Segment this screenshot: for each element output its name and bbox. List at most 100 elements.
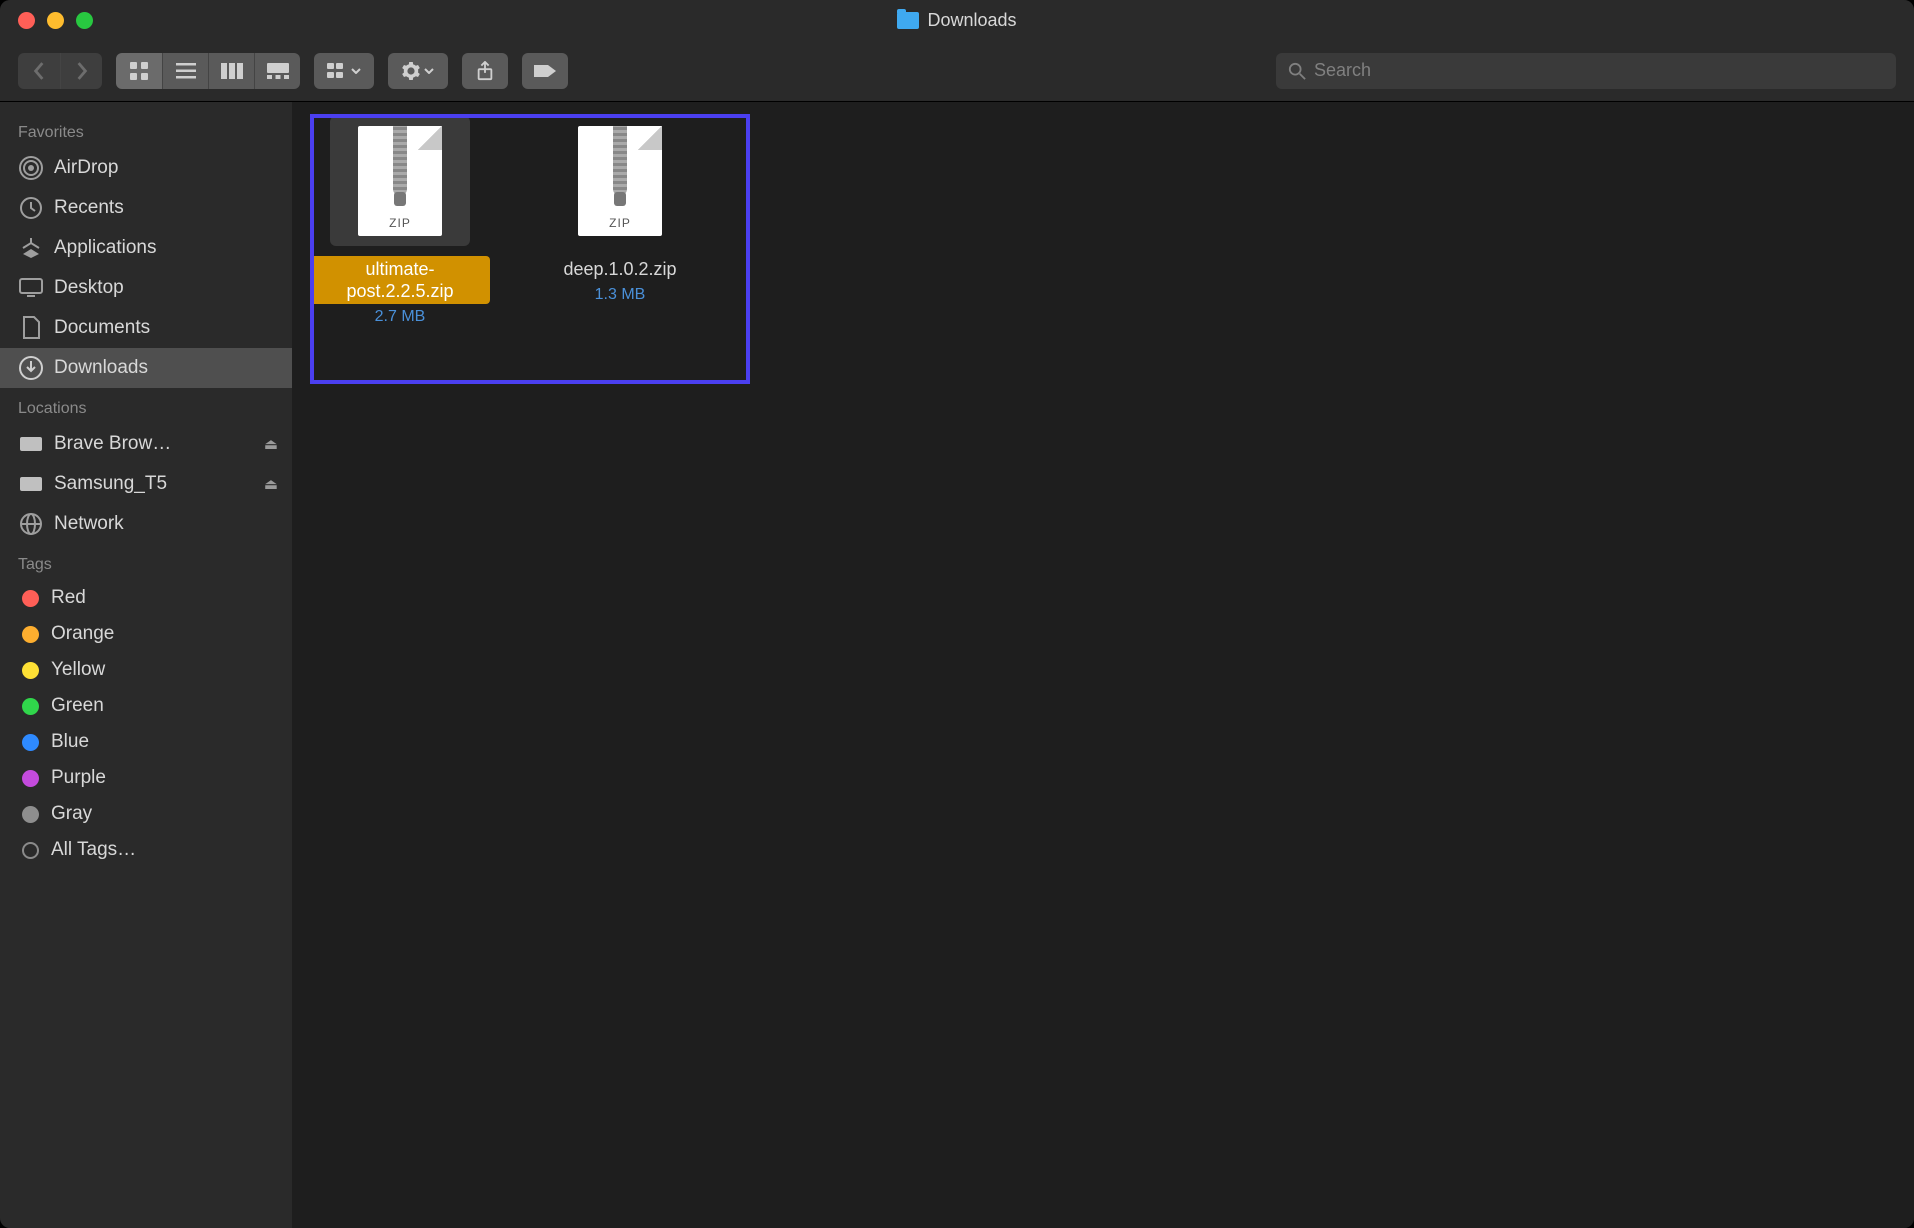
arrange-button[interactable] — [314, 53, 374, 89]
tag-dot-icon — [22, 698, 39, 715]
applications-icon — [18, 235, 44, 261]
sidebar-item-desktop[interactable]: Desktop — [0, 268, 292, 308]
forward-button[interactable] — [60, 53, 102, 89]
sidebar-item-applications[interactable]: Applications — [0, 228, 292, 268]
sidebar-item-label: Recents — [54, 197, 124, 219]
gallery-view-button[interactable] — [254, 53, 300, 89]
sidebar-item-disk-brave[interactable]: Brave Brow… ⏏ — [0, 424, 292, 464]
sidebar-item-label: Desktop — [54, 277, 124, 299]
downloads-icon — [18, 355, 44, 381]
columns-icon — [221, 63, 243, 79]
sidebar-item-label: Red — [51, 587, 86, 609]
tag-dot-icon — [22, 590, 39, 607]
tag-dot-icon — [22, 662, 39, 679]
sidebar-tag-red[interactable]: Red — [0, 580, 292, 616]
sidebar-item-documents[interactable]: Documents — [0, 308, 292, 348]
sidebar-item-label: Orange — [51, 623, 114, 645]
sidebar-item-downloads[interactable]: Downloads — [0, 348, 292, 388]
sidebar-item-label: All Tags… — [51, 839, 136, 861]
search-field[interactable] — [1276, 53, 1896, 89]
share-group — [462, 53, 508, 89]
airdrop-icon — [18, 155, 44, 181]
gallery-icon — [267, 63, 289, 79]
back-button[interactable] — [18, 53, 60, 89]
sidebar-item-label: Green — [51, 695, 104, 717]
fullscreen-window-button[interactable] — [76, 12, 93, 29]
share-button[interactable] — [462, 53, 508, 89]
traffic-lights — [0, 12, 93, 29]
file-grid: ZIP ultimate-post.2.2.5.zip 2.7 MB ZIP d… — [310, 116, 1896, 326]
arrange-group — [314, 53, 374, 89]
content-area[interactable]: ZIP ultimate-post.2.2.5.zip 2.7 MB ZIP d… — [292, 102, 1914, 1228]
sidebar-item-label: AirDrop — [54, 157, 118, 179]
sidebar-item-disk-samsung[interactable]: Samsung_T5 ⏏ — [0, 464, 292, 504]
sidebar-item-label: Purple — [51, 767, 106, 789]
chevron-right-icon — [75, 62, 89, 80]
eject-icon[interactable]: ⏏ — [264, 475, 278, 493]
sidebar-item-label: Gray — [51, 803, 92, 825]
group-icon — [327, 63, 347, 79]
share-icon — [476, 61, 494, 81]
file-name: deep.1.0.2.zip — [557, 256, 682, 282]
zip-badge: ZIP — [389, 216, 411, 230]
sidebar-tag-yellow[interactable]: Yellow — [0, 652, 292, 688]
clock-icon — [18, 195, 44, 221]
sidebar-item-label: Blue — [51, 731, 89, 753]
list-view-button[interactable] — [162, 53, 208, 89]
sidebar-item-label: Downloads — [54, 357, 148, 379]
minimize-window-button[interactable] — [47, 12, 64, 29]
sidebar-item-airdrop[interactable]: AirDrop — [0, 148, 292, 188]
icon-view-button[interactable] — [116, 53, 162, 89]
sidebar-tag-gray[interactable]: Gray — [0, 796, 292, 832]
sidebar-item-label: Samsung_T5 — [54, 473, 167, 495]
window-title: Downloads — [927, 10, 1016, 31]
tag-dot-icon — [22, 734, 39, 751]
toolbar — [0, 40, 1914, 102]
sidebar-item-label: Brave Brow… — [54, 433, 171, 455]
file-size: 2.7 MB — [375, 308, 426, 326]
sidebar-tag-orange[interactable]: Orange — [0, 616, 292, 652]
file-thumbnail: ZIP — [330, 116, 470, 246]
view-mode-group — [116, 53, 300, 89]
tag-icon — [532, 63, 558, 79]
close-window-button[interactable] — [18, 12, 35, 29]
disk-icon — [18, 471, 44, 497]
sidebar-item-recents[interactable]: Recents — [0, 188, 292, 228]
sidebar-item-label: Documents — [54, 317, 150, 339]
action-button[interactable] — [388, 53, 448, 89]
file-item[interactable]: ZIP deep.1.0.2.zip 1.3 MB — [530, 116, 710, 326]
sidebar-tag-blue[interactable]: Blue — [0, 724, 292, 760]
file-size: 1.3 MB — [595, 286, 646, 304]
network-icon — [18, 511, 44, 537]
chevron-down-icon — [424, 68, 434, 74]
sidebar-item-label: Applications — [54, 237, 156, 259]
zip-file-icon: ZIP — [358, 126, 442, 236]
file-name: ultimate-post.2.2.5.zip — [310, 256, 490, 304]
favorites-header: Favorites — [0, 112, 292, 148]
edit-tags-button[interactable] — [522, 53, 568, 89]
action-group — [388, 53, 448, 89]
eject-icon[interactable]: ⏏ — [264, 435, 278, 453]
sidebar-tag-purple[interactable]: Purple — [0, 760, 292, 796]
tag-dot-icon — [22, 806, 39, 823]
sidebar-tag-green[interactable]: Green — [0, 688, 292, 724]
file-item[interactable]: ZIP ultimate-post.2.2.5.zip 2.7 MB — [310, 116, 490, 326]
sidebar-item-label: Yellow — [51, 659, 105, 681]
sidebar-item-label: Network — [54, 513, 124, 535]
folder-icon — [897, 12, 919, 29]
nav-group — [18, 53, 102, 89]
column-view-button[interactable] — [208, 53, 254, 89]
grid-icon — [129, 61, 149, 81]
sidebar-all-tags[interactable]: All Tags… — [0, 832, 292, 868]
file-thumbnail: ZIP — [550, 116, 690, 246]
search-input[interactable] — [1314, 60, 1884, 81]
list-icon — [176, 62, 196, 80]
gear-icon — [402, 62, 420, 80]
locations-header: Locations — [0, 388, 292, 424]
sidebar-item-network[interactable]: Network — [0, 504, 292, 544]
disk-icon — [18, 431, 44, 457]
tags-header: Tags — [0, 544, 292, 580]
search-icon — [1288, 62, 1306, 80]
finder-window: Downloads — [0, 0, 1914, 1228]
zip-badge: ZIP — [609, 216, 631, 230]
